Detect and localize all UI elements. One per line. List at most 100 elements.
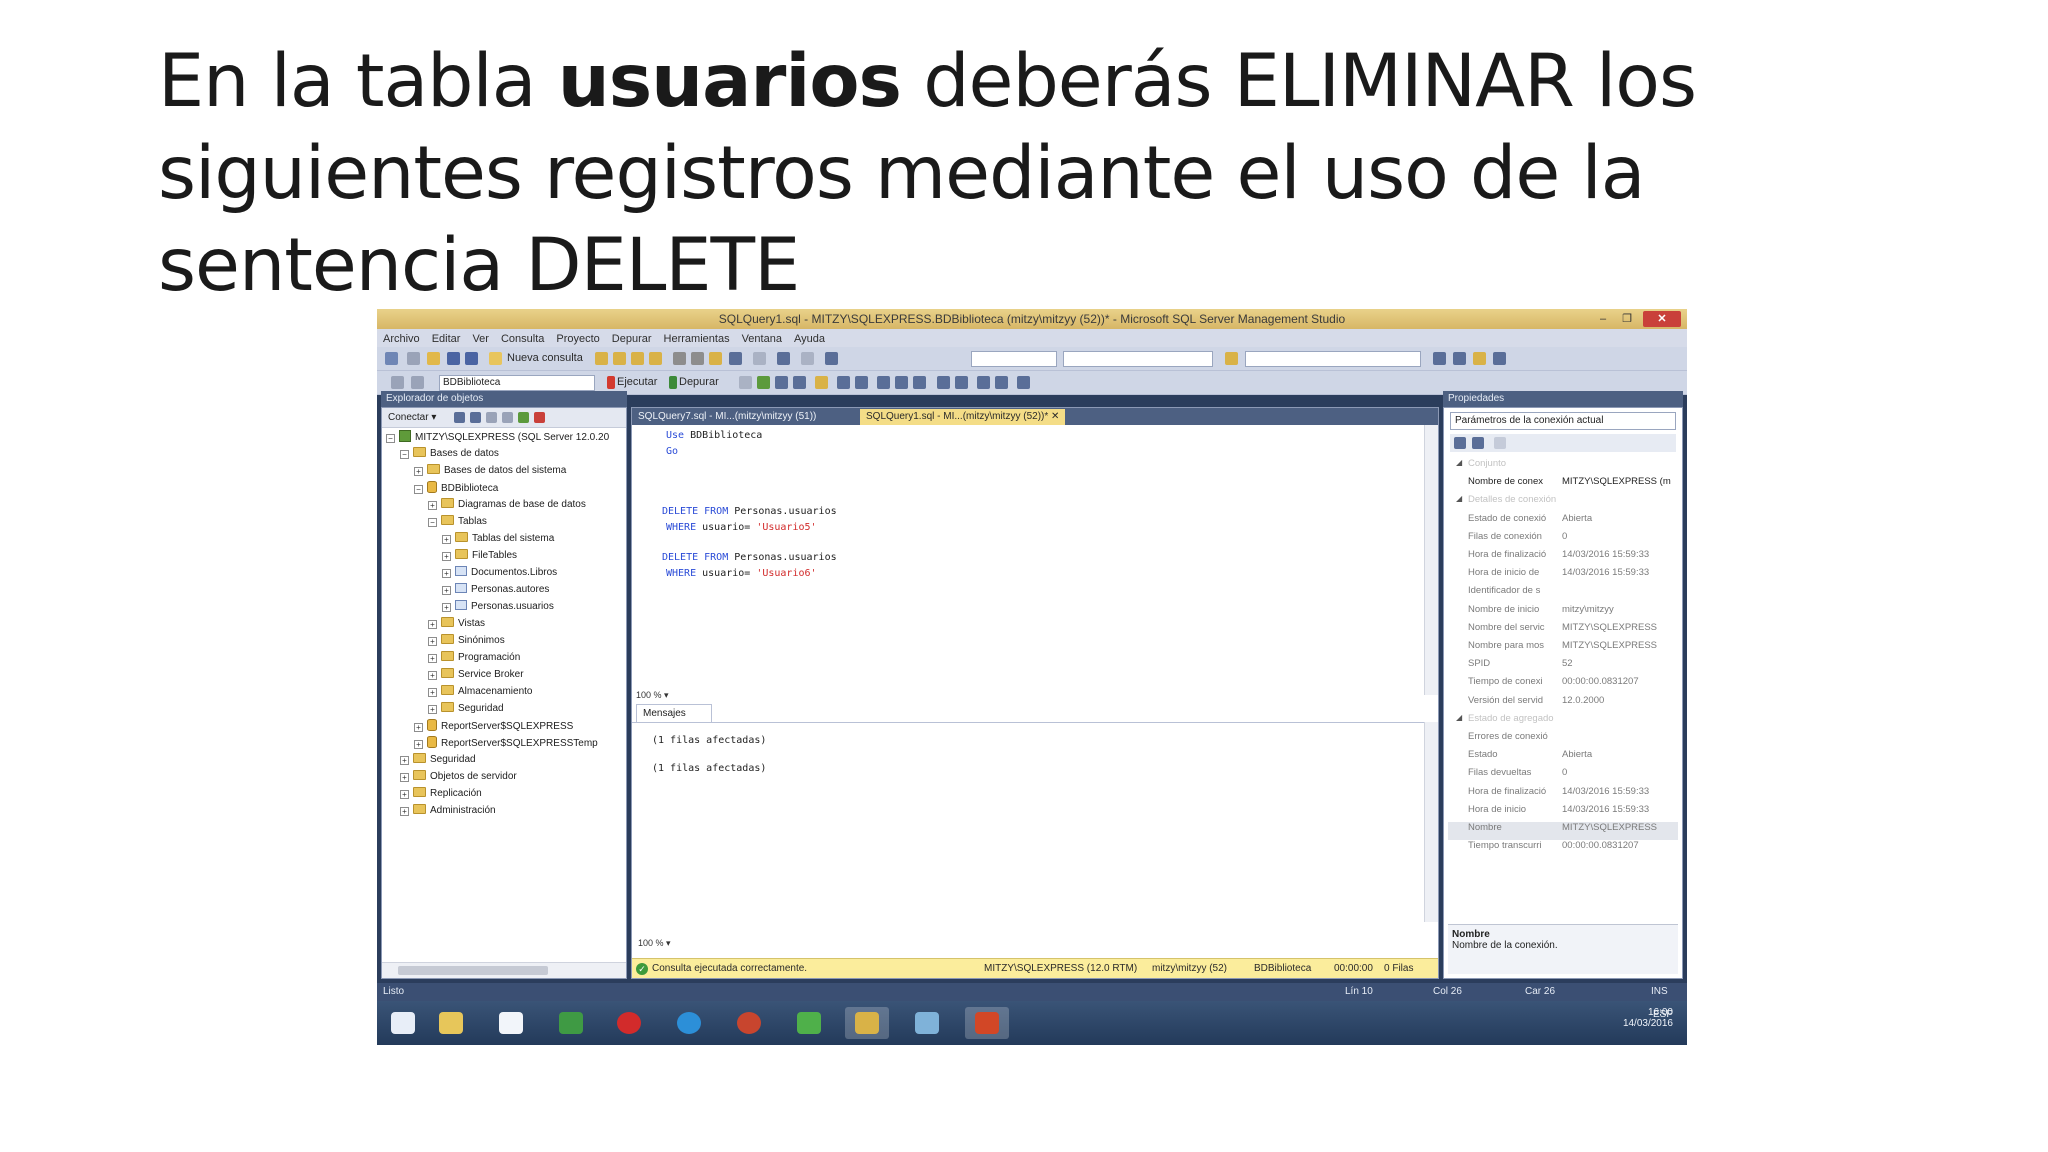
stop-icon[interactable] (486, 412, 497, 423)
tree-node[interactable]: + Service Broker (428, 668, 524, 685)
taskbar-file-explorer[interactable] (429, 1007, 473, 1039)
activity-monitor-icon[interactable] (534, 412, 545, 423)
change-connection-icon[interactable] (411, 376, 424, 389)
menu-ventana[interactable]: Ventana (736, 331, 788, 345)
property-pages-icon[interactable] (1494, 437, 1506, 449)
results-text-icon[interactable] (877, 376, 890, 389)
messages-zoom[interactable]: 100 % ▾ (638, 938, 671, 949)
taskbar-internet-explorer[interactable] (667, 1007, 711, 1039)
menu-archivo[interactable]: Archivo (377, 331, 426, 345)
property-row[interactable]: Nombre de conex MITZY\SQLEXPRESS (m (1448, 476, 1678, 494)
menu-consulta[interactable]: Consulta (495, 331, 550, 345)
expand-icon[interactable]: + (428, 620, 437, 629)
tree-node[interactable]: + Documentos.Libros (442, 566, 557, 583)
tree-node[interactable]: + Programación (428, 651, 520, 668)
menu-depurar[interactable]: Depurar (606, 331, 658, 345)
save-all-icon[interactable] (465, 352, 478, 365)
taskbar-excel[interactable] (549, 1007, 593, 1039)
property-row[interactable]: Estado Abierta (1448, 749, 1678, 767)
close-button[interactable]: ✕ (1643, 311, 1681, 327)
minimize-button[interactable]: – (1593, 311, 1613, 327)
menu-herramientas[interactable]: Herramientas (658, 331, 736, 345)
tree-node[interactable]: − Tablas (428, 515, 487, 532)
expand-icon[interactable]: + (442, 569, 451, 578)
clock[interactable]: 16:00 14/03/2016 (1613, 1007, 1673, 1029)
cut-icon[interactable] (673, 352, 686, 365)
execute-icon[interactable] (607, 376, 615, 389)
tree-node[interactable]: − MITZY\SQLEXPRESS (SQL Server 12.0.20 (386, 430, 609, 447)
db-engine-query-icon[interactable] (595, 352, 608, 365)
taskbar-cloud-app[interactable] (787, 1007, 831, 1039)
query-designer-icon[interactable] (793, 376, 806, 389)
live-statistics-icon[interactable] (855, 376, 868, 389)
tree-node[interactable]: + Administración (400, 804, 496, 821)
redo-icon[interactable] (753, 352, 766, 365)
messages-vscroll[interactable] (1424, 722, 1438, 922)
debug-icon[interactable] (669, 376, 677, 389)
tab-sqlquery7[interactable]: SQLQuery7.sql - MI...(mitzy\mitzyy (51)) (632, 409, 822, 425)
options-icon[interactable] (1493, 352, 1506, 365)
property-row[interactable]: Tiempo de conexi 00:00:00.0831207 (1448, 676, 1678, 694)
open-file-icon[interactable] (427, 352, 440, 365)
expand-icon[interactable]: + (400, 773, 409, 782)
tab-sqlquery1[interactable]: SQLQuery1.sql - MI...(mitzy\mitzyy (52))… (860, 409, 1066, 425)
properties-window-icon[interactable] (1453, 352, 1466, 365)
property-row[interactable]: Filas de conexión 0 (1448, 531, 1678, 549)
tree-node[interactable]: + Personas.usuarios (442, 600, 554, 617)
property-row[interactable]: Hora de inicio de 14/03/2016 15:59:33 (1448, 567, 1678, 585)
taskbar-opera[interactable] (607, 1007, 651, 1039)
categorized-icon[interactable] (1454, 437, 1466, 449)
comment-icon[interactable] (937, 376, 950, 389)
collapse-icon[interactable]: − (414, 485, 423, 494)
expand-icon[interactable]: + (400, 807, 409, 816)
toolbox-icon[interactable] (1473, 352, 1486, 365)
tree-node[interactable]: + Vistas (428, 617, 485, 634)
tree-node[interactable]: + Tablas del sistema (442, 532, 554, 549)
property-category[interactable]: ◢ Estado de agregado (1448, 713, 1678, 731)
start-icon[interactable] (825, 352, 838, 365)
connect-server-icon[interactable] (454, 412, 465, 423)
editor-vscroll[interactable] (1424, 425, 1438, 695)
new-project-icon[interactable] (385, 352, 398, 365)
property-row[interactable]: Hora de finalizació 14/03/2016 15:59:33 (1448, 549, 1678, 567)
taskbar-home[interactable] (489, 1007, 533, 1039)
menu-ver[interactable]: Ver (466, 331, 495, 345)
tree-node[interactable]: + Objetos de servidor (400, 770, 517, 787)
display-plan-icon[interactable] (775, 376, 788, 389)
expand-icon[interactable]: + (428, 688, 437, 697)
refresh-icon[interactable] (518, 412, 529, 423)
save-icon[interactable] (447, 352, 460, 365)
specify-values-icon[interactable] (1017, 376, 1030, 389)
results-grid-icon[interactable] (895, 376, 908, 389)
editor-zoom[interactable]: 100 % ▾ (636, 690, 669, 701)
property-row[interactable]: Estado de conexió Abierta (1448, 513, 1678, 531)
new-query-button[interactable]: Nueva consulta (507, 352, 583, 364)
tree-node[interactable]: + ReportServer$SQLEXPRESSTemp (414, 736, 598, 753)
tree-node[interactable]: + Diagramas de base de datos (428, 498, 586, 515)
debug-button[interactable]: Depurar (679, 376, 719, 388)
expand-icon[interactable]: + (428, 654, 437, 663)
new-query-icon[interactable] (489, 352, 502, 365)
undo-icon[interactable] (729, 352, 742, 365)
tree-node[interactable]: − BDBiblioteca (414, 481, 498, 498)
tree-node[interactable]: + Replicación (400, 787, 482, 804)
connect-dropdown[interactable]: Conectar ▾ (388, 412, 436, 423)
property-row[interactable]: Nombre para mos MITZY\SQLEXPRESS (1448, 640, 1678, 658)
paste-icon[interactable] (709, 352, 722, 365)
property-row[interactable]: Hora de finalizació 14/03/2016 15:59:33 (1448, 786, 1678, 804)
expand-icon[interactable]: + (414, 723, 423, 732)
increase-indent-icon[interactable] (995, 376, 1008, 389)
start-button[interactable] (381, 1007, 425, 1039)
alphabetical-icon[interactable] (1472, 437, 1484, 449)
collapse-icon[interactable]: ◢ (1456, 713, 1462, 722)
properties-object-select[interactable]: Parámetros de la conexión actual (1450, 412, 1676, 430)
tree-node[interactable]: − Bases de datos (400, 447, 499, 464)
property-row[interactable]: Filas devueltas 0 (1448, 767, 1678, 785)
expand-icon[interactable]: + (442, 552, 451, 561)
mdx-query-icon[interactable] (631, 352, 644, 365)
close-tab-icon[interactable]: ✕ (1051, 411, 1059, 422)
expand-icon[interactable]: + (400, 790, 409, 799)
copy-icon[interactable] (691, 352, 704, 365)
property-row[interactable]: SPID 52 (1448, 658, 1678, 676)
expand-icon[interactable]: + (428, 637, 437, 646)
